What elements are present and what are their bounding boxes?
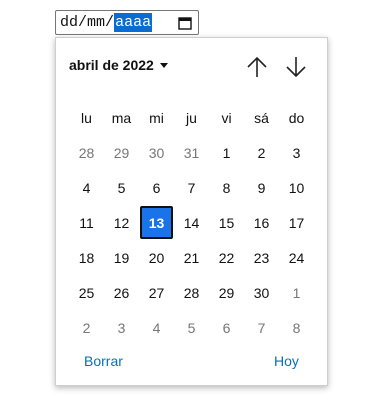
day-cell[interactable]: 17 [279, 205, 314, 240]
day-cell[interactable]: 7 [244, 310, 279, 345]
previous-month-button[interactable] [244, 53, 270, 81]
day-cell[interactable]: 23 [244, 240, 279, 275]
month-segment[interactable]: mm [87, 13, 105, 32]
day-cell[interactable]: 5 [104, 170, 139, 205]
day-cell[interactable]: 5 [174, 310, 209, 345]
day-cell[interactable]: 19 [104, 240, 139, 275]
day-cell[interactable]: 26 [104, 275, 139, 310]
day-cell[interactable]: 9 [244, 170, 279, 205]
caret-down-icon [159, 63, 168, 68]
month-year-label: abril de 2022 [69, 57, 154, 73]
weekday-label: mi [149, 109, 164, 126]
weekday-label: vi [221, 109, 232, 126]
day-cell[interactable]: 11 [69, 205, 104, 240]
week-row: 25 26 27 28 29 30 1 [69, 275, 314, 310]
week-row: 18 19 20 21 22 23 24 [69, 240, 314, 275]
day-cell-today[interactable]: 13 [140, 206, 173, 239]
calendar-popup: abril de 2022 lu ma mi ju vi sá do 28 29 3… [55, 37, 328, 386]
calendar-grid: lu ma mi ju vi sá do 28 29 30 31 1 2 3 4 5 6 7 8 9 10… [69, 100, 314, 345]
day-cell[interactable]: 15 [209, 205, 244, 240]
day-cell[interactable]: 3 [104, 310, 139, 345]
weekday-label: ju [186, 109, 197, 126]
week-row: 11 12 13 14 15 16 17 [69, 205, 314, 240]
day-cell[interactable]: 27 [139, 275, 174, 310]
day-cell[interactable]: 14 [174, 205, 209, 240]
day-cell[interactable]: 28 [69, 135, 104, 170]
day-cell[interactable]: 18 [69, 240, 104, 275]
week-row: 28 29 30 31 1 2 3 [69, 135, 314, 170]
day-cell[interactable]: 16 [244, 205, 279, 240]
weekday-label: lu [81, 109, 92, 126]
day-cell[interactable]: 22 [209, 240, 244, 275]
day-cell[interactable]: 28 [174, 275, 209, 310]
weekday-header: lu ma mi ju vi sá do [69, 100, 314, 135]
day-cell[interactable]: 30 [244, 275, 279, 310]
day-cell[interactable]: 24 [279, 240, 314, 275]
date-separator: / [78, 14, 88, 31]
day-cell[interactable]: 8 [279, 310, 314, 345]
day-cell[interactable]: 1 [279, 275, 314, 310]
weekday-label: do [288, 109, 305, 126]
next-month-button[interactable] [283, 53, 309, 81]
arrow-down-icon [286, 57, 306, 78]
calendar-icon[interactable] [177, 15, 193, 31]
day-cell[interactable]: 12 [104, 205, 139, 240]
day-cell[interactable]: 6 [139, 170, 174, 205]
date-separator: / [105, 14, 115, 31]
date-input[interactable]: dd / mm / aaaa [55, 10, 199, 35]
day-cell[interactable]: 3 [279, 135, 314, 170]
clear-button[interactable]: Borrar [84, 353, 123, 369]
day-cell[interactable]: 21 [174, 240, 209, 275]
day-cell[interactable]: 4 [139, 310, 174, 345]
day-cell[interactable]: 2 [69, 310, 104, 345]
calendar-weeks: 28 29 30 31 1 2 3 4 5 6 7 8 9 10 11 12 13 14 15 16 17 18 19 20 2… [69, 135, 314, 345]
month-year-selector[interactable]: abril de 2022 [69, 57, 168, 73]
day-cell[interactable]: 4 [69, 170, 104, 205]
day-cell[interactable]: 29 [104, 135, 139, 170]
weekday-label: sá [254, 109, 269, 126]
day-cell[interactable]: 25 [69, 275, 104, 310]
day-cell[interactable]: 31 [174, 135, 209, 170]
day-cell[interactable]: 8 [209, 170, 244, 205]
day-cell[interactable]: 20 [139, 240, 174, 275]
day-cell[interactable]: 6 [209, 310, 244, 345]
arrow-up-icon [247, 56, 267, 77]
year-segment[interactable]: aaaa [114, 13, 153, 32]
weekday-label: ma [111, 109, 132, 126]
today-button[interactable]: Hoy [274, 353, 299, 369]
day-cell[interactable]: 10 [279, 170, 314, 205]
day-cell[interactable]: 2 [244, 135, 279, 170]
week-row: 4 5 6 7 8 9 10 [69, 170, 314, 205]
day-cell[interactable]: 1 [209, 135, 244, 170]
week-row: 2345678 [69, 310, 314, 345]
day-segment[interactable]: dd [60, 13, 78, 32]
day-cell[interactable]: 30 [139, 135, 174, 170]
day-cell[interactable]: 7 [174, 170, 209, 205]
day-cell[interactable]: 29 [209, 275, 244, 310]
